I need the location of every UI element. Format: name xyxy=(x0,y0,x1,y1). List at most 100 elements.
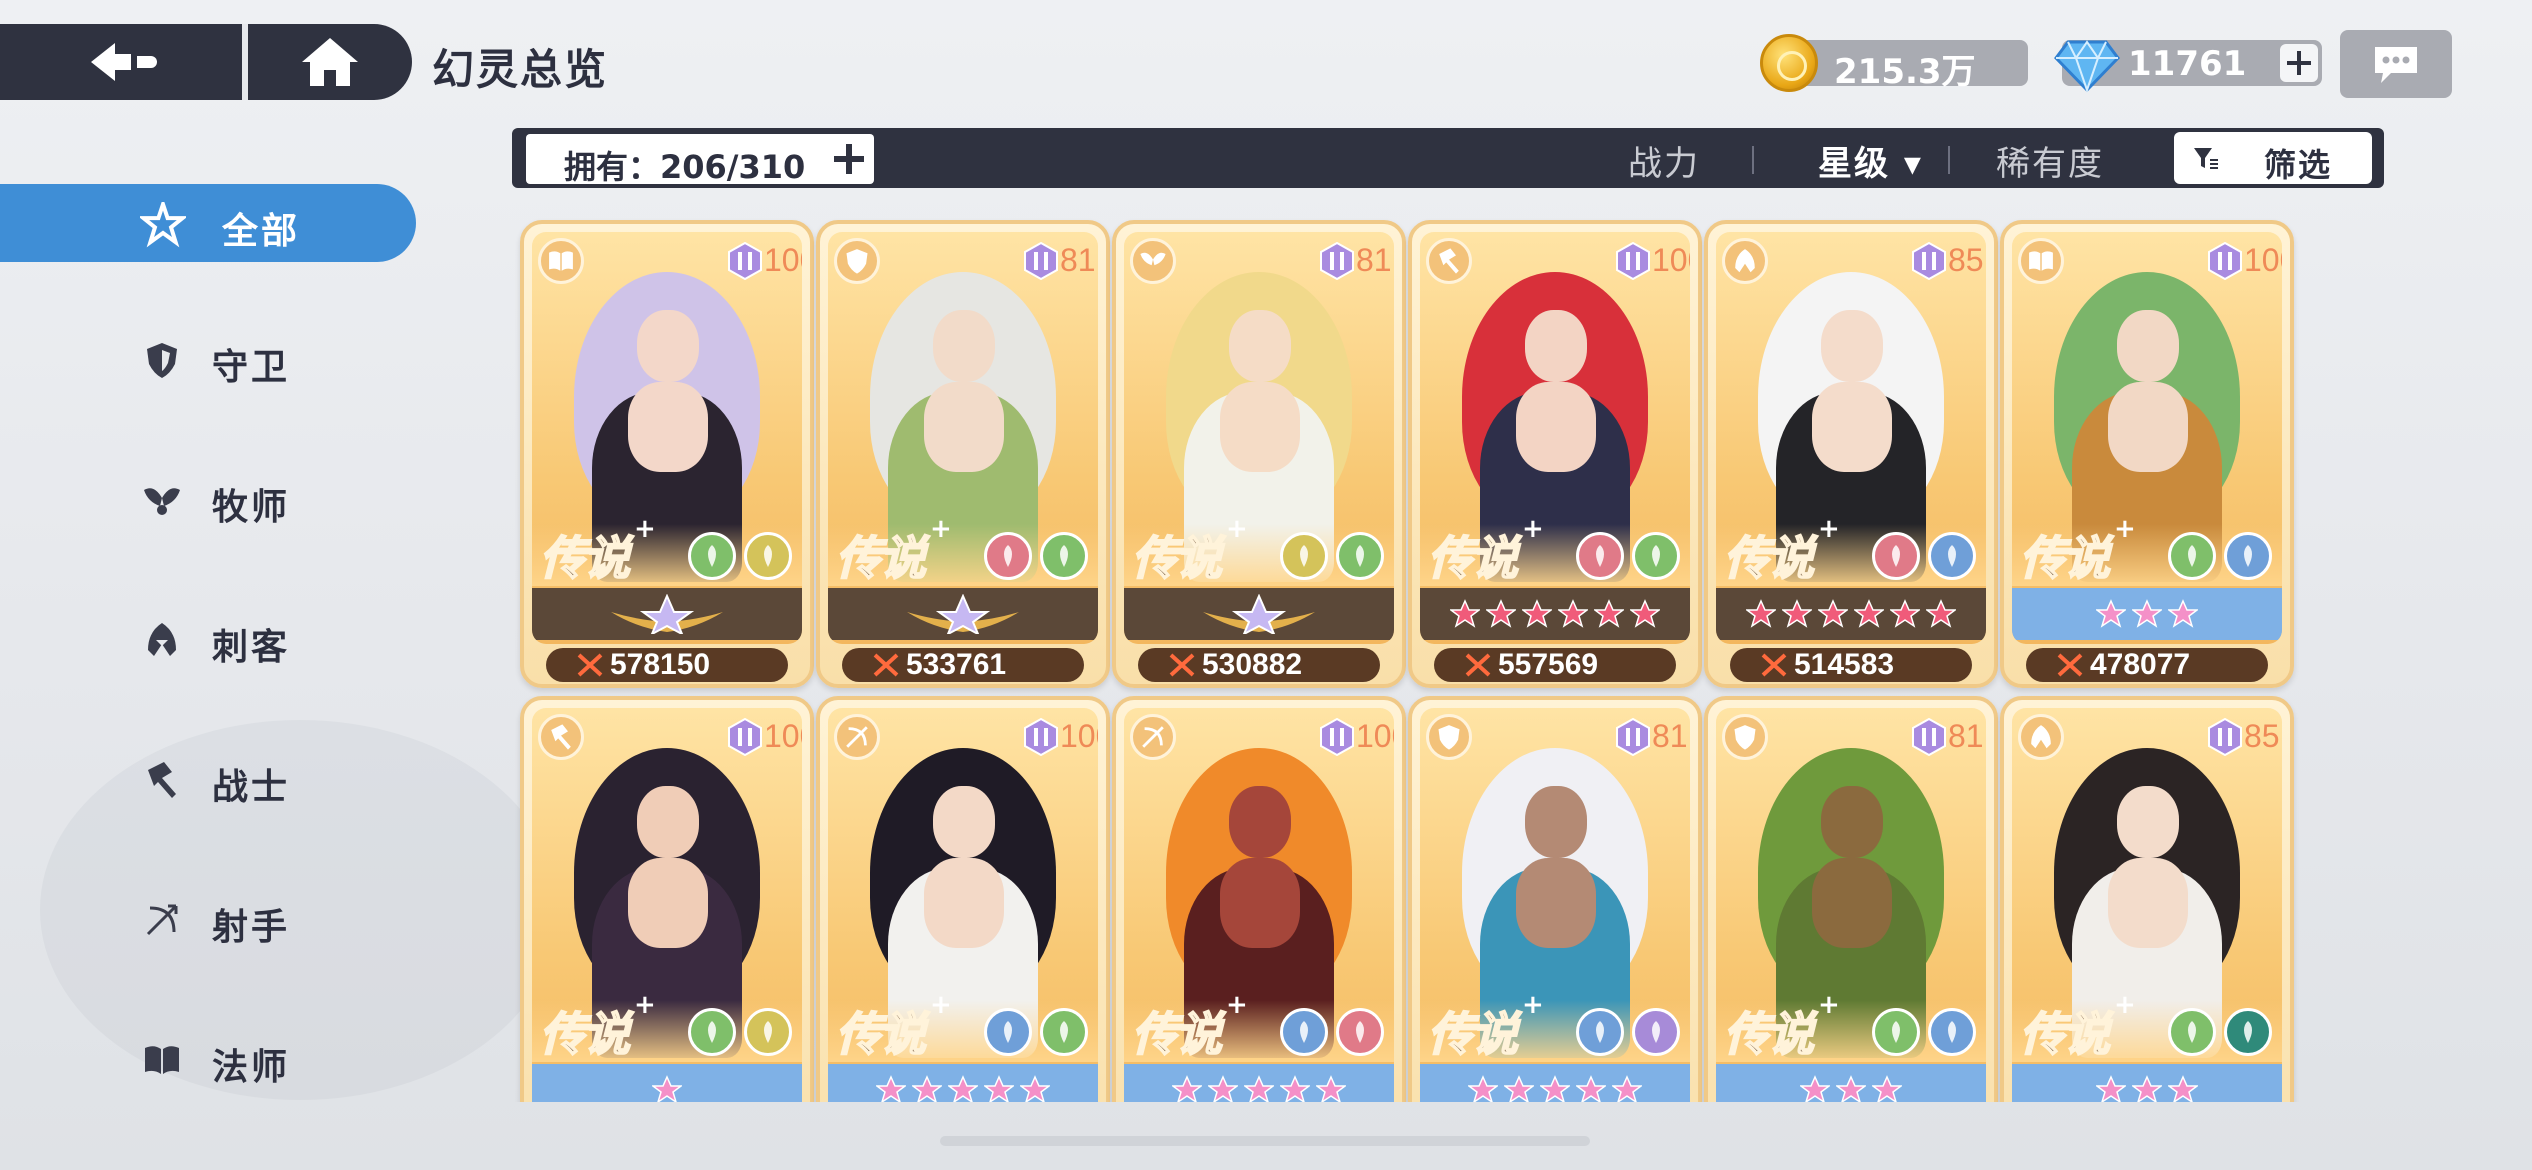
card-inner: 100 传说+ xyxy=(532,232,802,644)
hero-card[interactable]: 100 传说+557569 xyxy=(1408,220,1702,688)
sort-power[interactable]: 战力 xyxy=(1628,136,1700,185)
class-badge xyxy=(2018,714,2064,760)
element-icon xyxy=(1632,532,1680,580)
hero-card[interactable]: 100 传说+ xyxy=(816,696,1110,1102)
level-rank-icon xyxy=(1320,242,1354,280)
gold-coin-icon xyxy=(1760,34,1818,92)
hammer-icon xyxy=(551,724,571,750)
rarity-label: 传说 xyxy=(539,530,631,586)
star-icon xyxy=(1020,1075,1050,1102)
hero-card[interactable]: 81 传说 +533761 xyxy=(816,220,1110,688)
hero-torso xyxy=(924,858,1004,948)
element-icon xyxy=(744,532,792,580)
hero-face xyxy=(933,310,995,382)
add-gems-button[interactable] xyxy=(2280,44,2318,82)
hero-card[interactable]: 81 传说 +530882 xyxy=(1112,220,1406,688)
rarity-label: 传说 xyxy=(1723,530,1815,586)
star-icon xyxy=(1594,599,1624,628)
hero-level: 81 xyxy=(1652,718,1688,754)
hero-card[interactable]: 85 传说 +514583 xyxy=(1704,220,1998,688)
wings-icon xyxy=(144,488,180,515)
combat-power-bar: 530882 xyxy=(1138,648,1380,682)
filter-button[interactable]: 筛选 xyxy=(2174,132,2372,184)
level-rank-icon xyxy=(1024,242,1058,280)
hammer-icon xyxy=(1439,248,1459,274)
hero-level: 100 xyxy=(1652,242,1690,278)
bow-icon xyxy=(146,904,178,936)
hero-torso xyxy=(1220,382,1300,472)
star-icon xyxy=(1172,1075,1202,1102)
hero-face xyxy=(1525,310,1587,382)
star-icon xyxy=(2096,599,2126,628)
hero-card[interactable]: 81 传说 + xyxy=(1704,696,1998,1102)
hero-torso xyxy=(2108,858,2188,948)
combat-power-value: 514583 xyxy=(1794,648,1895,681)
combat-power-bar: 557569 xyxy=(1434,648,1676,682)
sidebar-item-label: 守卫 xyxy=(212,347,291,388)
hero-level: 100 xyxy=(2244,242,2282,278)
assassin-icon xyxy=(2031,725,2051,749)
hero-card[interactable]: 85 传说 + xyxy=(2000,696,2294,1102)
sidebar-item-warrior[interactable]: 战士 xyxy=(0,740,416,818)
rarity-plus-mark: + xyxy=(1522,514,1544,544)
sort-rarity[interactable]: 稀有度 xyxy=(1996,136,2104,185)
owned-count: 拥有：206/310 xyxy=(564,148,806,186)
hammer-icon xyxy=(148,762,176,798)
horizontal-scrollbar[interactable] xyxy=(940,1136,1590,1146)
sidebar-item-assassin[interactable]: 刺客 xyxy=(0,600,416,678)
star-icon xyxy=(2132,1075,2162,1102)
star-rank-row xyxy=(1420,588,1690,640)
hero-face xyxy=(1229,786,1291,858)
hero-level: 100 xyxy=(1356,718,1394,754)
element-icon xyxy=(1576,532,1624,580)
gold-amount: 215.3万 xyxy=(1834,52,1976,92)
hero-level: 100 xyxy=(764,242,802,278)
element-icon xyxy=(1928,1008,1976,1056)
card-inner: 100 传说+ xyxy=(1124,708,1394,1102)
hero-card[interactable]: 100 传说+ xyxy=(520,696,814,1102)
star-icon xyxy=(2168,1075,2198,1102)
rarity-plus-mark: + xyxy=(1226,990,1248,1020)
card-inner: 81 传说 + xyxy=(1420,708,1690,1102)
chat-button[interactable] xyxy=(2340,30,2452,98)
crossed-swords-icon xyxy=(1465,653,1491,677)
rarity-label: 传说 xyxy=(1427,1006,1519,1062)
star-icon xyxy=(1244,1075,1274,1102)
hero-card[interactable]: 81 传说 + xyxy=(1408,696,1702,1102)
level-rank-icon xyxy=(728,718,762,756)
hero-torso xyxy=(1516,858,1596,948)
plus-icon[interactable] xyxy=(830,140,868,178)
combat-power-value: 530882 xyxy=(1202,648,1303,681)
star-icon xyxy=(1854,599,1884,628)
sidebar-item-mage[interactable]: 法师 xyxy=(0,1020,416,1098)
star-rank-row xyxy=(1124,588,1394,640)
rarity-plus-mark: + xyxy=(2114,990,2136,1020)
hero-face xyxy=(637,310,699,382)
sidebar-item-all[interactable]: 全部 xyxy=(0,184,416,262)
star-icon xyxy=(1630,599,1660,628)
hero-level: 85 xyxy=(1948,242,1984,278)
star-icon xyxy=(1782,599,1812,628)
element-icon xyxy=(1336,532,1384,580)
crossed-swords-icon xyxy=(577,653,603,677)
rarity-plus-mark: + xyxy=(1522,990,1544,1020)
page-title: 幻灵总览 xyxy=(432,45,609,94)
star-icon xyxy=(876,1075,906,1102)
sidebar-item-archer[interactable]: 射手 xyxy=(0,880,416,958)
sidebar-item-guard[interactable]: 守卫 xyxy=(0,320,416,398)
sort-star[interactable]: 星级 ▾ xyxy=(1818,136,1923,185)
level-rank-icon xyxy=(1912,242,1946,280)
hero-torso xyxy=(1812,382,1892,472)
element-icon xyxy=(2224,1008,2272,1056)
hero-card[interactable]: 100 传说+578150 xyxy=(520,220,814,688)
sidebar-item-priest[interactable]: 牧师 xyxy=(0,460,416,538)
star-rank-row xyxy=(532,1064,802,1102)
hero-torso xyxy=(1220,858,1300,948)
hero-card[interactable]: 100 传说+478077 xyxy=(2000,220,2294,688)
home-button[interactable] xyxy=(248,24,412,100)
level-rank-icon xyxy=(1616,718,1650,756)
back-button[interactable] xyxy=(0,24,242,100)
class-badge xyxy=(1722,238,1768,284)
hero-card[interactable]: 100 传说+ xyxy=(1112,696,1406,1102)
class-badge xyxy=(1130,238,1176,284)
